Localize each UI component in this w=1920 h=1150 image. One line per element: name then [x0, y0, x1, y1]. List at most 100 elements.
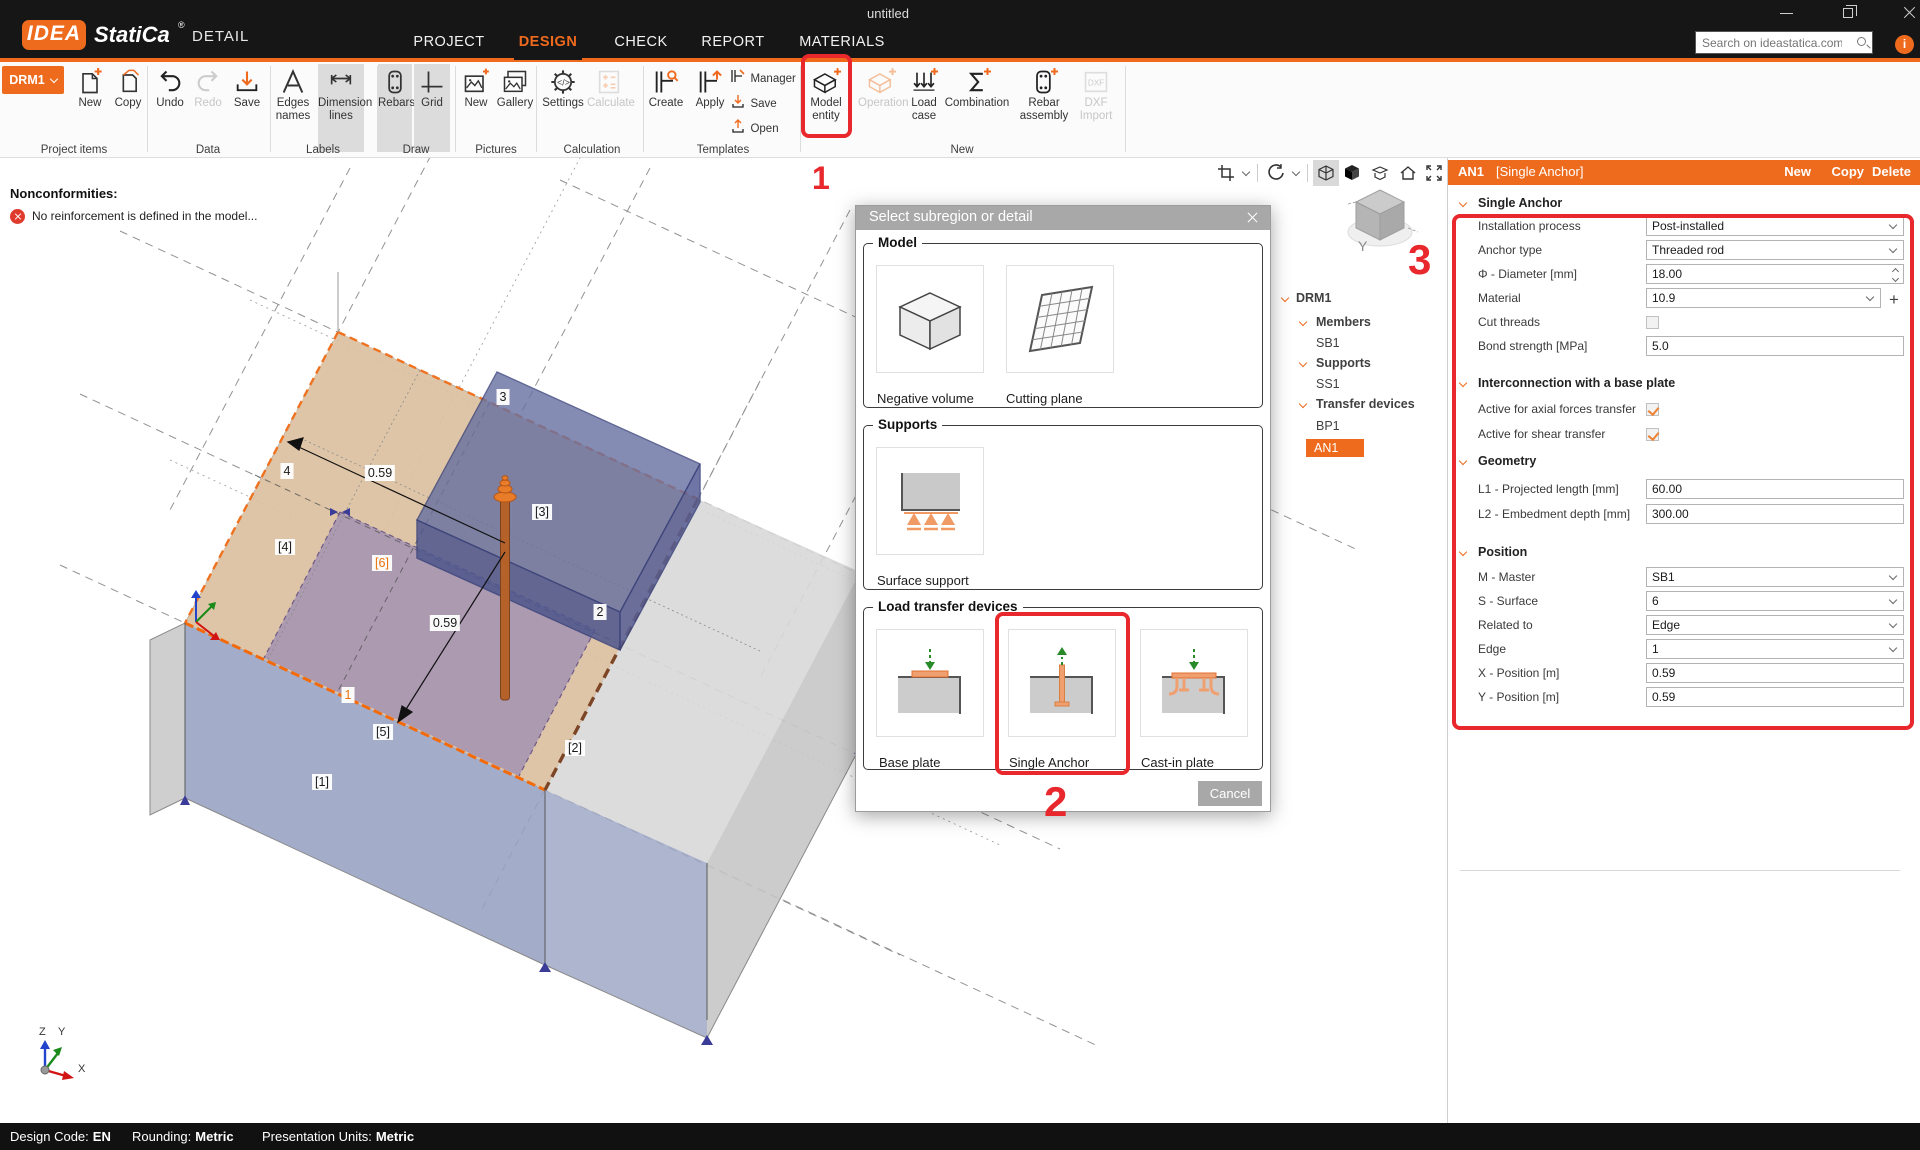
tab-report[interactable]: REPORT — [695, 30, 770, 54]
ribbon-new-project-item-button[interactable]: New — [71, 64, 109, 152]
l1-projected-length-input[interactable] — [1646, 479, 1904, 499]
dialog-close-icon[interactable] — [1244, 209, 1262, 227]
wireframe-view-button[interactable] — [1313, 160, 1339, 186]
dialog-header[interactable]: Select subregion or detail — [856, 206, 1270, 230]
new-button[interactable]: New — [1784, 164, 1811, 179]
restore-button[interactable] — [1831, 4, 1865, 24]
ribbon-gallery-button[interactable]: Gallery — [496, 64, 534, 152]
tile-negative-volume[interactable] — [876, 265, 984, 373]
anchor-type-select[interactable]: Threaded rod — [1646, 240, 1904, 260]
chevron-down-icon[interactable] — [1459, 379, 1467, 387]
fullscreen-button[interactable] — [1421, 160, 1447, 186]
ribbon-rebars-button[interactable]: Rebars — [378, 64, 412, 152]
tile-label-cutting-plane: Cutting plane — [1006, 391, 1083, 406]
ribbon-combination-button[interactable]: Combination — [944, 64, 1010, 152]
ribbon-dimension-lines-button[interactable]: Dimension lines — [318, 64, 364, 152]
x-position-input[interactable] — [1646, 663, 1904, 683]
surface-select[interactable]: 6 — [1646, 591, 1904, 611]
ribbon-rebar-assembly-button[interactable]: Rebar assembly — [1014, 64, 1074, 152]
section-single-anchor[interactable]: Single Anchor — [1478, 196, 1562, 210]
installation-process-select[interactable]: Post-installed — [1646, 216, 1904, 236]
ribbon-new-picture-button[interactable]: New — [457, 64, 495, 152]
ribbon-load-case-button[interactable]: Load case — [906, 64, 942, 152]
tile-single-anchor[interactable] — [1008, 629, 1116, 737]
l2-embedment-depth-input[interactable] — [1646, 504, 1904, 524]
crop-view-button[interactable] — [1213, 160, 1239, 186]
expand-arrows-icon — [1425, 164, 1443, 182]
ribbon-template-create-button[interactable]: Create — [646, 64, 686, 152]
orbit-view-button[interactable] — [1263, 160, 1289, 186]
section-interconnection[interactable]: Interconnection with a base plate — [1478, 376, 1675, 390]
chevron-down-icon[interactable] — [1459, 199, 1467, 207]
spinner-down-icon[interactable] — [1892, 275, 1899, 282]
orbit-view-dropdown[interactable] — [1289, 160, 1303, 186]
tree-node-transfer-devices[interactable]: Transfer devices — [1316, 397, 1415, 411]
ribbon-calculate-button: Calculate — [587, 64, 631, 152]
section-geometry[interactable]: Geometry — [1478, 454, 1536, 468]
tab-materials[interactable]: MATERIALS — [793, 30, 891, 54]
idea-logo: IDEA — [22, 20, 86, 50]
orbit-icon — [1267, 164, 1285, 182]
copy-button[interactable]: Copy — [1832, 164, 1865, 179]
master-select[interactable]: SB1 — [1646, 567, 1904, 587]
search-input[interactable] — [1702, 34, 1842, 51]
search-box[interactable] — [1695, 31, 1873, 54]
crop-view-dropdown[interactable] — [1239, 160, 1253, 186]
section-position[interactable]: Position — [1478, 545, 1527, 559]
delete-button[interactable]: Delete — [1872, 164, 1911, 179]
panel-divider — [1460, 870, 1900, 871]
tree-node-sb1[interactable]: SB1 — [1316, 336, 1340, 350]
ribbon-settings-button[interactable]: </> Settings — [541, 64, 585, 152]
add-material-button[interactable]: + — [1889, 290, 1899, 310]
ribbon-template-manager-button[interactable]: Manager — [730, 68, 796, 90]
y-position-input[interactable] — [1646, 687, 1904, 707]
ribbon-grid-button[interactable]: Grid — [414, 64, 450, 152]
chevron-down-icon[interactable] — [1459, 457, 1467, 465]
cancel-button[interactable]: Cancel — [1198, 781, 1262, 806]
tree-node-drm1[interactable]: DRM1 — [1296, 291, 1331, 305]
svg-text:DXF: DXF — [1088, 79, 1104, 88]
tree-node-members[interactable]: Members — [1316, 315, 1371, 329]
related-to-select[interactable]: Edge — [1646, 615, 1904, 635]
ribbon-undo-button[interactable]: Undo — [151, 64, 189, 152]
minimize-button[interactable] — [1770, 4, 1804, 24]
label-edge: Edge — [1478, 639, 1506, 659]
ribbon-template-apply-button[interactable]: Apply — [690, 64, 730, 152]
ribbon-template-save-button[interactable]: Save — [730, 93, 777, 115]
group-label-data: Data — [196, 144, 220, 156]
info-button[interactable]: i — [1895, 35, 1914, 54]
tree-node-bp1[interactable]: BP1 — [1316, 419, 1340, 433]
ribbon-model-entity-button[interactable]: Model entity — [804, 64, 848, 152]
tree-node-ss1[interactable]: SS1 — [1316, 377, 1340, 391]
registered-mark: ® — [178, 20, 185, 30]
tile-base-plate[interactable] — [876, 629, 984, 737]
tile-cutting-plane[interactable] — [1006, 265, 1114, 373]
project-item-selector[interactable]: DRM1 — [2, 66, 64, 94]
label-master: M - Master — [1478, 567, 1535, 587]
ribbon-copy-project-item-button[interactable]: Copy — [109, 64, 147, 152]
close-button[interactable] — [1892, 4, 1920, 24]
tab-design[interactable]: DESIGN — [513, 30, 584, 54]
tile-cast-in-plate[interactable] — [1140, 629, 1248, 737]
edge-select[interactable]: 1 — [1646, 639, 1904, 659]
ribbon-save-button[interactable]: Save — [228, 64, 266, 152]
material-select[interactable]: 10.9 — [1646, 288, 1881, 308]
cut-threads-checkbox[interactable] — [1646, 316, 1659, 329]
tree-node-supports[interactable]: Supports — [1316, 356, 1371, 370]
tab-project[interactable]: PROJECT — [407, 30, 490, 54]
chevron-down-icon[interactable] — [1459, 548, 1467, 556]
save-icon — [233, 68, 261, 96]
bond-strength-input[interactable] — [1646, 336, 1904, 356]
tree-node-an1-selected[interactable]: AN1 — [1306, 439, 1364, 457]
tab-check[interactable]: CHECK — [608, 30, 673, 54]
status-presentation-units: Presentation Units:Metric — [262, 1129, 414, 1144]
tile-surface-support[interactable] — [876, 447, 984, 555]
label-anchor-type: Anchor type — [1478, 240, 1542, 260]
tile-label-single-anchor: Single Anchor — [1009, 755, 1089, 770]
shear-transfer-checkbox[interactable] — [1646, 428, 1659, 441]
surface-label-2: [2] — [565, 740, 585, 756]
diameter-spinner[interactable]: 18.00 — [1646, 264, 1904, 284]
ribbon-edges-names-button[interactable]: Edges names — [271, 64, 315, 152]
ribbon-template-open-button[interactable]: Open — [730, 118, 779, 140]
axial-transfer-checkbox[interactable] — [1646, 403, 1659, 416]
